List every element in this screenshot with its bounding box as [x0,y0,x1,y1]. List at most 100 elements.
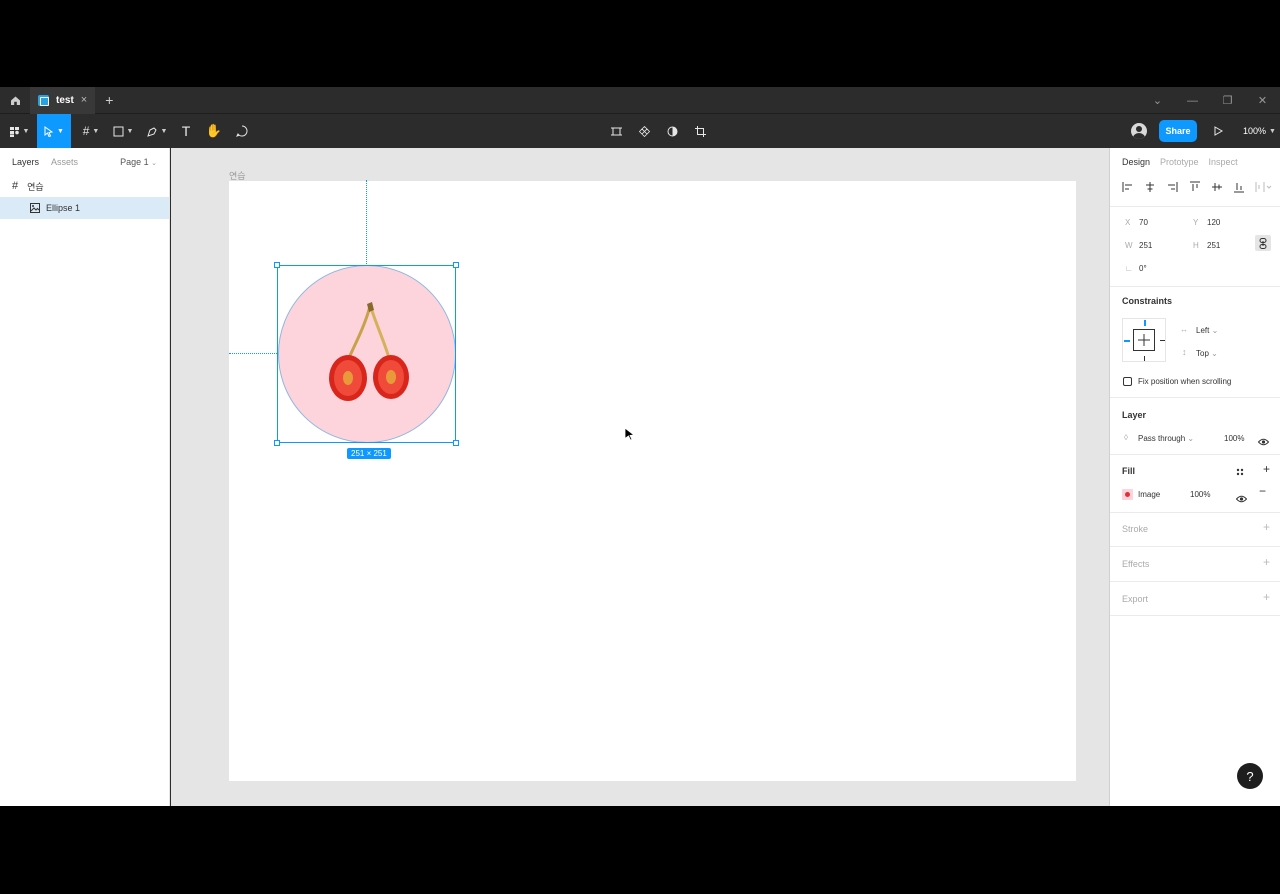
new-tab-icon[interactable]: + [105,92,113,108]
mask-tool[interactable] [607,114,625,148]
chevron-down-icon: ▼ [1269,127,1276,135]
fill-image-swatch[interactable] [1122,489,1133,500]
alignment-row [1120,180,1275,194]
create-component-tool[interactable] [635,114,653,148]
mouse-cursor-icon [624,427,636,441]
divider [1110,397,1280,398]
chevron-down-icon: ▼ [92,127,100,135]
tab-assets[interactable]: Assets [51,157,78,167]
h-label: H [1193,241,1199,250]
chevron-down-icon[interactable]: ⌄ [1140,94,1175,107]
layer-row-ellipse[interactable]: Ellipse 1 [0,197,169,219]
measure-guide-vertical [366,180,367,264]
close-tab-icon[interactable]: × [81,94,87,106]
y-input[interactable]: 120 [1207,218,1220,227]
chevron-down-icon: ⌄ [1208,349,1218,358]
styles-grid-icon[interactable] [1235,464,1245,482]
avatar[interactable] [1131,123,1147,139]
restore-icon[interactable]: ❐ [1210,94,1245,107]
rotation-input[interactable]: 0° [1139,264,1147,273]
pen-tool[interactable]: ▼ [143,114,171,148]
tab-prototype[interactable]: Prototype [1160,157,1199,167]
share-button[interactable]: Share [1159,120,1197,142]
canvas[interactable]: 연습 251 × 251 [171,148,1109,806]
layer-name: Ellipse 1 [46,203,81,213]
hand-tool[interactable]: ✋ [205,114,223,148]
add-export-icon[interactable]: + [1263,590,1270,604]
divider [1110,546,1280,547]
w-input[interactable]: 251 [1139,241,1152,250]
horizontal-constraint-dropdown[interactable]: Left ⌄ [1196,326,1218,335]
align-bottom-icon[interactable] [1233,180,1245,193]
boolean-tool[interactable] [663,114,681,148]
eye-icon[interactable] [1257,433,1270,451]
layer-row-frame[interactable]: # 연습 [0,175,169,197]
resize-handle-bl[interactable] [274,440,280,446]
constraint-left-indicator[interactable] [1124,340,1130,342]
remove-fill-icon[interactable]: − [1259,484,1266,498]
zoom-dropdown[interactable]: 100% ▼ [1243,114,1276,148]
fix-position-checkbox[interactable] [1123,377,1132,386]
crop-icon [694,125,706,137]
right-panel-tabs: Design Prototype Inspect [1110,148,1280,175]
fill-opacity-input[interactable]: 100% [1190,490,1210,499]
fill-type-label[interactable]: Image [1138,490,1160,499]
hand-icon: ✋ [205,123,223,138]
h-input[interactable]: 251 [1207,241,1220,250]
align-top-icon[interactable] [1189,180,1201,192]
main-menu-button[interactable]: ▼ [4,114,34,148]
constrain-proportions-icon[interactable] [1255,235,1271,251]
vertical-constraint-dropdown[interactable]: Top ⌄ [1196,349,1218,358]
toolbar: ▼ ▼ # ▼ ▼ ▼ T ✋ Share 100% ▼ [0,114,1280,148]
add-fill-icon[interactable]: + [1263,462,1270,476]
move-tool[interactable]: ▼ [37,114,71,148]
x-input[interactable]: 70 [1139,218,1148,227]
minimize-icon[interactable]: — [1175,95,1210,107]
constraint-bottom-indicator[interactable] [1144,356,1145,361]
comment-icon [236,125,248,137]
shape-tool[interactable]: ▼ [109,114,137,148]
contrast-icon [667,126,677,136]
constraints-widget[interactable] [1122,318,1166,362]
resize-handle-tr[interactable] [453,262,459,268]
layer-opacity-input[interactable]: 100% [1224,434,1244,443]
figma-app: test × + ⌄ — ❐ ✕ ▼ ▼ # ▼ ▼ ▼ T ✋ Share 1… [0,86,1280,806]
chevron-down-icon: ⌄ [1185,434,1195,443]
resize-handle-tl[interactable] [274,262,280,268]
divider [1110,206,1280,207]
blend-mode-dropdown[interactable]: Pass through ⌄ [1138,434,1194,443]
align-vertical-center-icon[interactable] [1211,180,1223,192]
text-icon: T [181,123,191,139]
align-horizontal-center-icon[interactable] [1144,180,1156,192]
frame-tool[interactable]: # ▼ [78,114,104,148]
eye-icon[interactable] [1235,490,1248,508]
plus-icon [1138,334,1150,346]
y-label: Y [1193,218,1199,227]
tab-layers[interactable]: Layers [12,157,39,167]
add-stroke-icon[interactable]: + [1263,520,1270,534]
file-tab-label: test [56,94,74,106]
present-button[interactable] [1210,114,1226,148]
chevron-down-icon: ⌄ [1209,326,1219,335]
comment-tool[interactable] [233,114,251,148]
home-icon[interactable] [0,87,30,114]
rectangle-icon [113,126,124,136]
tab-inspect[interactable]: Inspect [1209,157,1238,167]
component-icon [638,125,650,137]
page-selector[interactable]: Page 1 ⌄ [120,157,157,167]
crop-tool[interactable] [691,114,709,148]
add-effect-icon[interactable]: + [1263,555,1270,569]
distribute-icon[interactable] [1255,180,1273,192]
file-tab[interactable]: test × [30,86,96,114]
help-button[interactable]: ? [1237,763,1263,789]
tab-design[interactable]: Design [1122,157,1150,167]
align-right-icon[interactable] [1166,180,1178,192]
constraint-top-indicator[interactable] [1144,320,1146,326]
resize-handle-br[interactable] [453,440,459,446]
cursor-arrow-icon [44,125,54,137]
close-window-icon[interactable]: ✕ [1245,94,1280,107]
constraints-title: Constraints [1122,296,1173,306]
text-tool[interactable]: T [177,114,195,148]
align-left-icon[interactable] [1122,180,1134,192]
constraint-right-indicator[interactable] [1160,340,1165,341]
